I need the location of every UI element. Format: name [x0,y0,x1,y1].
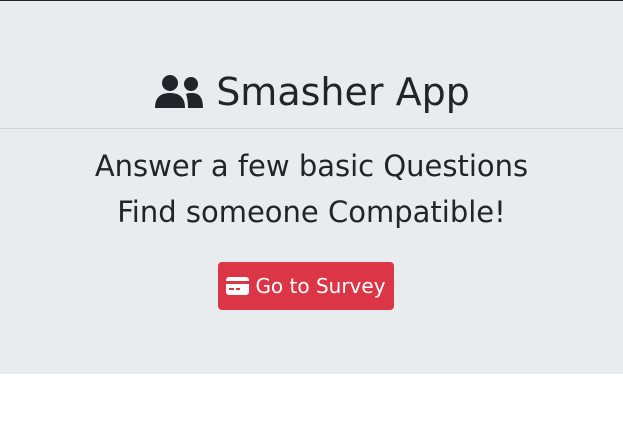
go-to-survey-label: Go to Survey [255,274,386,298]
go-to-survey-button[interactable]: Go to Survey [218,262,394,310]
tagline-line-2: Find someone Compatible! [117,195,506,229]
credit-card-icon [226,277,250,295]
users-icon [155,75,204,108]
jumbotron [0,1,623,374]
page-title: Smasher App [216,70,470,114]
divider [0,128,623,129]
tagline-line-1: Answer a few basic Questions [94,149,529,183]
page-header: Smasher App [0,66,623,118]
